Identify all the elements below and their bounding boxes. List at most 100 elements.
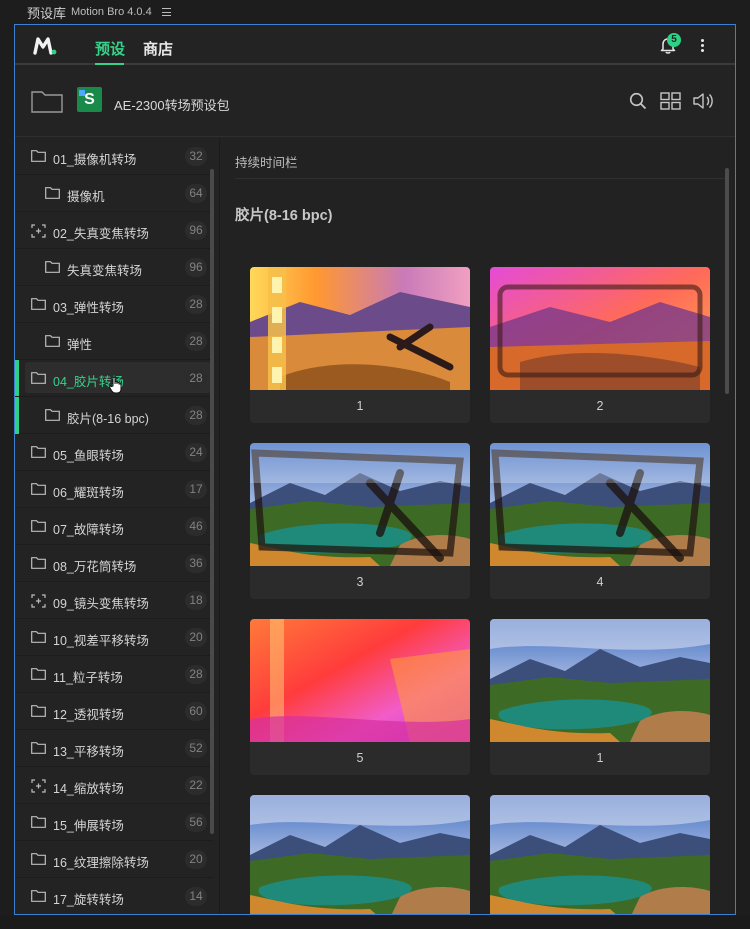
preset-thumbnail bbox=[490, 267, 710, 390]
sidebar-category[interactable]: 14_缩放转场 22 bbox=[15, 767, 213, 804]
category-label: 胶片(8-16 bpc) bbox=[67, 412, 149, 426]
category-count: 18 bbox=[185, 591, 207, 610]
preset-thumbnail bbox=[490, 619, 710, 742]
category-label: 09_镜头变焦转场 bbox=[53, 597, 149, 611]
category-label: 12_透视转场 bbox=[53, 708, 124, 722]
category-label: 02_失真变焦转场 bbox=[53, 227, 149, 241]
active-indicator bbox=[15, 397, 19, 434]
folder-icon bbox=[31, 557, 46, 572]
sidebar-category[interactable]: 16_纹理擦除转场 20 bbox=[15, 841, 213, 878]
folder-icon[interactable] bbox=[31, 89, 63, 113]
sidebar-category[interactable]: 05_鱼眼转场 24 bbox=[15, 434, 213, 471]
focus-icon bbox=[31, 224, 46, 241]
tab-store[interactable]: 商店 bbox=[143, 38, 173, 59]
sidebar-category[interactable]: 17_旋转转场 14 bbox=[15, 878, 213, 914]
category-count: 96 bbox=[185, 221, 207, 240]
sidebar-category[interactable]: 08_万花筒转场 36 bbox=[15, 545, 213, 582]
sidebar-scrollbar[interactable] bbox=[210, 169, 214, 834]
active-tab-indicator bbox=[95, 63, 124, 65]
category-label: 07_故障转场 bbox=[53, 523, 124, 537]
folder-icon bbox=[31, 150, 46, 165]
sidebar-category[interactable]: 12_透视转场 60 bbox=[15, 693, 213, 730]
preset-caption: 1 bbox=[596, 751, 604, 765]
sidebar-category[interactable]: 13_平移转场 52 bbox=[15, 730, 213, 767]
sidebar-category[interactable]: 02_失真变焦转场 96 bbox=[15, 212, 213, 249]
preset-thumbnail bbox=[490, 795, 710, 914]
category-count: 20 bbox=[185, 850, 207, 869]
category-label: 15_伸展转场 bbox=[53, 819, 124, 833]
category-count: 28 bbox=[185, 406, 207, 425]
category-count: 24 bbox=[185, 443, 207, 462]
category-label: 03_弹性转场 bbox=[53, 301, 124, 315]
sidebar-category[interactable]: 04_胶片转场 28 bbox=[15, 360, 213, 397]
preset-caption: 1 bbox=[356, 399, 364, 413]
folder-icon bbox=[31, 298, 46, 313]
category-count: 28 bbox=[185, 332, 207, 351]
preset-thumbnail bbox=[490, 443, 710, 566]
category-label: 失真变焦转场 bbox=[67, 264, 143, 278]
duration-divider bbox=[235, 178, 725, 179]
folder-icon bbox=[45, 409, 60, 424]
category-count: 46 bbox=[185, 517, 207, 536]
preset-card[interactable]: 1 bbox=[250, 267, 470, 423]
grid-view-icon[interactable] bbox=[660, 92, 681, 110]
preset-caption: 4 bbox=[596, 575, 604, 589]
sidebar-subcategory[interactable]: 摄像机 64 bbox=[15, 175, 213, 212]
preset-thumbnail bbox=[250, 443, 470, 566]
category-label: 01_摄像机转场 bbox=[53, 153, 137, 167]
folder-icon bbox=[31, 816, 46, 831]
folder-icon bbox=[45, 261, 60, 276]
category-count: 28 bbox=[185, 295, 207, 314]
category-label: 05_鱼眼转场 bbox=[53, 449, 124, 463]
category-count: 28 bbox=[185, 369, 207, 388]
folder-icon bbox=[31, 446, 46, 461]
category-label: 弹性 bbox=[67, 338, 93, 352]
grid-scrollbar[interactable] bbox=[725, 168, 729, 394]
preset-card[interactable]: 3 bbox=[250, 443, 470, 599]
preset-card[interactable]: 3 bbox=[490, 795, 710, 914]
sidebar-category[interactable]: 11_粒子转场 28 bbox=[15, 656, 213, 693]
sidebar-category[interactable]: 07_故障转场 46 bbox=[15, 508, 213, 545]
sidebar-subcategory[interactable]: 胶片(8-16 bpc) 28 bbox=[15, 397, 213, 434]
preset-caption: 5 bbox=[356, 751, 364, 765]
preset-card[interactable]: 2 bbox=[250, 795, 470, 914]
category-count: 14 bbox=[185, 887, 207, 906]
category-label: 11_粒子转场 bbox=[53, 671, 123, 685]
sidebar-category[interactable]: 06_耀斑转场 17 bbox=[15, 471, 213, 508]
preset-caption: 2 bbox=[596, 399, 604, 413]
category-count: 36 bbox=[185, 554, 207, 573]
category-count: 64 bbox=[185, 184, 207, 203]
sidebar-category[interactable]: 15_伸展转场 56 bbox=[15, 804, 213, 841]
category-count: 60 bbox=[185, 702, 207, 721]
panel-menu-icon[interactable] bbox=[161, 8, 171, 16]
preset-card[interactable]: 5 bbox=[250, 619, 470, 775]
sidebar-subcategory[interactable]: 弹性 28 bbox=[15, 323, 213, 360]
category-count: 56 bbox=[185, 813, 207, 832]
preset-card[interactable]: 2 bbox=[490, 267, 710, 423]
preset-card[interactable]: 1 bbox=[490, 619, 710, 775]
sidebar-category[interactable]: 09_镜头变焦转场 18 bbox=[15, 582, 213, 619]
preset-grid-area: 持续时间栏 胶片(8-16 bpc) 12345123 bbox=[220, 138, 735, 914]
preset-card[interactable]: 4 bbox=[490, 443, 710, 599]
sidebar-category[interactable]: 10_视差平移转场 20 bbox=[15, 619, 213, 656]
tab-presets[interactable]: 预设 bbox=[95, 38, 125, 59]
preset-thumbnail bbox=[250, 795, 470, 914]
category-label: 10_视差平移转场 bbox=[53, 634, 149, 648]
duration-bar-label[interactable]: 持续时间栏 bbox=[235, 152, 298, 171]
sidebar-category[interactable]: 03_弹性转场 28 bbox=[15, 286, 213, 323]
sidebar-subcategory[interactable]: 失真变焦转场 96 bbox=[15, 249, 213, 286]
pack-header: S AE-2300转场预设包 bbox=[15, 67, 735, 137]
folder-icon bbox=[31, 372, 46, 387]
search-icon[interactable] bbox=[629, 92, 647, 110]
motion-bro-logo bbox=[33, 37, 57, 55]
speaker-icon[interactable] bbox=[693, 92, 715, 110]
focus-icon bbox=[31, 779, 46, 796]
sidebar-category[interactable]: 01_摄像机转场 32 bbox=[15, 138, 213, 175]
preset-thumbnail bbox=[250, 619, 470, 742]
more-options-icon[interactable] bbox=[701, 39, 704, 54]
window-titlebar: 预设库 Motion Bro 4.0.4 bbox=[0, 0, 750, 24]
folder-icon bbox=[31, 890, 46, 905]
focus-icon bbox=[31, 594, 46, 611]
category-sidebar: 01_摄像机转场 32 摄像机 64 02_失真变焦转场 96 失真变焦转场 96 03_弹性转… bbox=[15, 138, 213, 914]
category-label: 06_耀斑转场 bbox=[53, 486, 124, 500]
